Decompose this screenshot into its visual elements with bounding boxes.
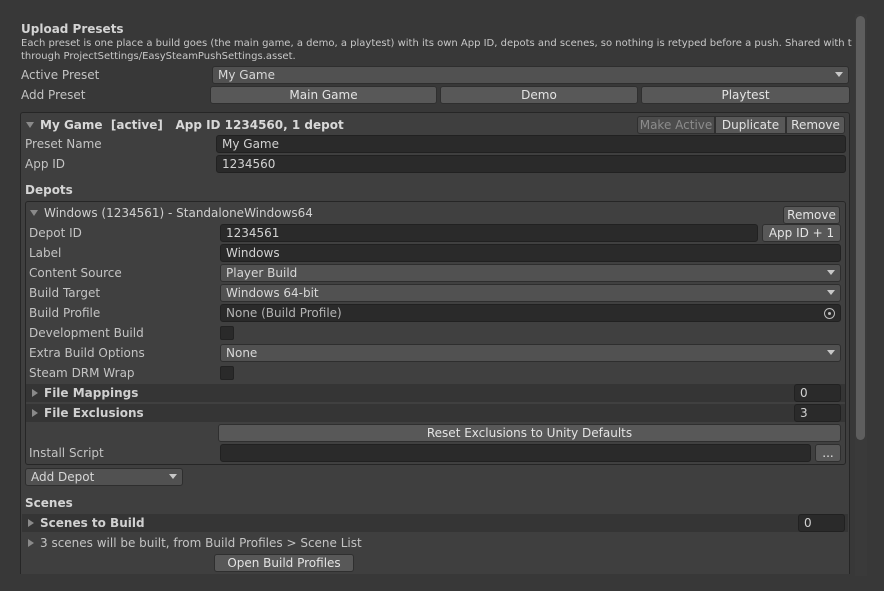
remove-depot-button[interactable]: Remove	[783, 206, 840, 224]
scenes-info-foldout[interactable]: 3 scenes will be built, from Build Profi…	[28, 534, 362, 552]
chevron-down-icon	[827, 270, 835, 275]
build-target-dropdown[interactable]: Windows 64-bit	[220, 284, 841, 302]
remove-preset-button[interactable]: Remove	[786, 116, 845, 134]
build-target-label: Build Target	[29, 286, 101, 300]
chevron-down-icon	[169, 474, 177, 479]
build-profile-value: None (Build Profile)	[226, 306, 342, 320]
description-line-2: through ProjectSettings/EasySteamPushSet…	[21, 51, 296, 62]
app-id-label: App ID	[25, 157, 66, 171]
scenes-heading: Scenes	[25, 496, 73, 510]
preset-name-label: Preset Name	[25, 137, 102, 151]
depots-heading: Depots	[25, 183, 73, 197]
vertical-scrollbar[interactable]	[855, 14, 867, 576]
preset-summary: App ID 1234560, 1 depot	[175, 118, 344, 132]
preset-name-input[interactable]: My Game	[216, 135, 846, 153]
duplicate-button[interactable]: Duplicate	[715, 116, 786, 134]
extra-build-options-label: Extra Build Options	[29, 346, 145, 360]
chevron-down-icon	[827, 290, 835, 295]
add-preset-main-game-button[interactable]: Main Game	[210, 86, 437, 104]
triangle-right-icon	[28, 519, 34, 527]
scenes-to-build-foldout[interactable]: Scenes to Build	[28, 514, 145, 532]
add-depot-label: Add Depot	[31, 470, 95, 484]
scrollbar-thumb[interactable]	[856, 16, 865, 440]
extra-build-options-dropdown[interactable]: None	[220, 344, 841, 362]
preset-header-name: My Game	[40, 118, 103, 132]
extra-build-options-value: None	[226, 346, 258, 360]
open-build-profiles-button[interactable]: Open Build Profiles	[214, 554, 354, 572]
preset-foldout-header[interactable]: My Game [active] App ID 1234560, 1 depot	[26, 116, 344, 134]
build-profile-field[interactable]: None (Build Profile)	[220, 304, 841, 322]
content-source-label: Content Source	[29, 266, 122, 280]
triangle-down-icon	[26, 122, 34, 128]
file-exclusions-label: File Exclusions	[44, 406, 144, 420]
browse-install-script-button[interactable]: ...	[815, 444, 841, 462]
file-exclusions-foldout[interactable]: File Exclusions	[32, 404, 144, 422]
active-badge: [active]	[110, 118, 163, 132]
content-source-dropdown[interactable]: Player Build	[220, 264, 841, 282]
file-mappings-foldout[interactable]: File Mappings	[32, 384, 138, 402]
development-build-label: Development Build	[29, 326, 144, 340]
file-mappings-row	[26, 384, 845, 402]
app-id-input[interactable]: 1234560	[216, 155, 846, 173]
inspector-panel: Upload Presets Each preset is one place …	[20, 14, 852, 574]
description-line-1: Each preset is one place a build goes (t…	[21, 38, 852, 49]
chevron-down-icon	[835, 72, 843, 77]
triangle-down-icon	[30, 210, 38, 216]
depot-id-input[interactable]: 1234561	[220, 224, 758, 242]
depot-header-text: Windows (1234561) - StandaloneWindows64	[44, 206, 313, 220]
depot-foldout-header[interactable]: Windows (1234561) - StandaloneWindows64	[30, 204, 313, 222]
active-preset-label: Active Preset	[21, 68, 100, 82]
add-preset-playtest-button[interactable]: Playtest	[641, 86, 850, 104]
file-exclusions-count[interactable]: 3	[794, 404, 841, 422]
content-source-value: Player Build	[226, 266, 298, 280]
install-script-input[interactable]	[220, 444, 811, 462]
scenes-to-build-count[interactable]: 0	[798, 514, 845, 532]
build-profile-label: Build Profile	[29, 306, 101, 320]
add-preset-demo-button[interactable]: Demo	[440, 86, 638, 104]
label-input[interactable]: Windows	[220, 244, 841, 262]
object-picker-icon[interactable]	[824, 308, 835, 319]
scenes-info-text: 3 scenes will be built, from Build Profi…	[40, 536, 362, 550]
steam-drm-wrap-checkbox[interactable]	[220, 366, 234, 380]
triangle-right-icon	[32, 389, 38, 397]
install-script-label: Install Script	[29, 446, 104, 460]
triangle-right-icon	[32, 409, 38, 417]
active-preset-value: My Game	[218, 68, 275, 82]
add-depot-dropdown[interactable]: Add Depot	[25, 468, 183, 486]
make-active-button[interactable]: Make Active	[637, 116, 715, 134]
label-label: Label	[29, 246, 62, 260]
build-target-value: Windows 64-bit	[226, 286, 319, 300]
app-id-plus-one-button[interactable]: App ID + 1	[762, 224, 841, 242]
chevron-down-icon	[827, 350, 835, 355]
page-title: Upload Presets	[21, 22, 124, 36]
reset-exclusions-button[interactable]: Reset Exclusions to Unity Defaults	[218, 424, 841, 442]
development-build-checkbox[interactable]	[220, 326, 234, 340]
depot-id-label: Depot ID	[29, 226, 82, 240]
active-preset-dropdown[interactable]: My Game	[212, 66, 849, 84]
file-mappings-label: File Mappings	[44, 386, 139, 400]
add-preset-label: Add Preset	[21, 88, 86, 102]
file-mappings-count[interactable]: 0	[794, 384, 841, 402]
file-exclusions-row	[26, 404, 845, 422]
scenes-to-build-label: Scenes to Build	[40, 516, 145, 530]
scenes-to-build-row	[22, 514, 848, 532]
triangle-right-icon	[28, 539, 34, 547]
steam-drm-wrap-label: Steam DRM Wrap	[29, 366, 135, 380]
